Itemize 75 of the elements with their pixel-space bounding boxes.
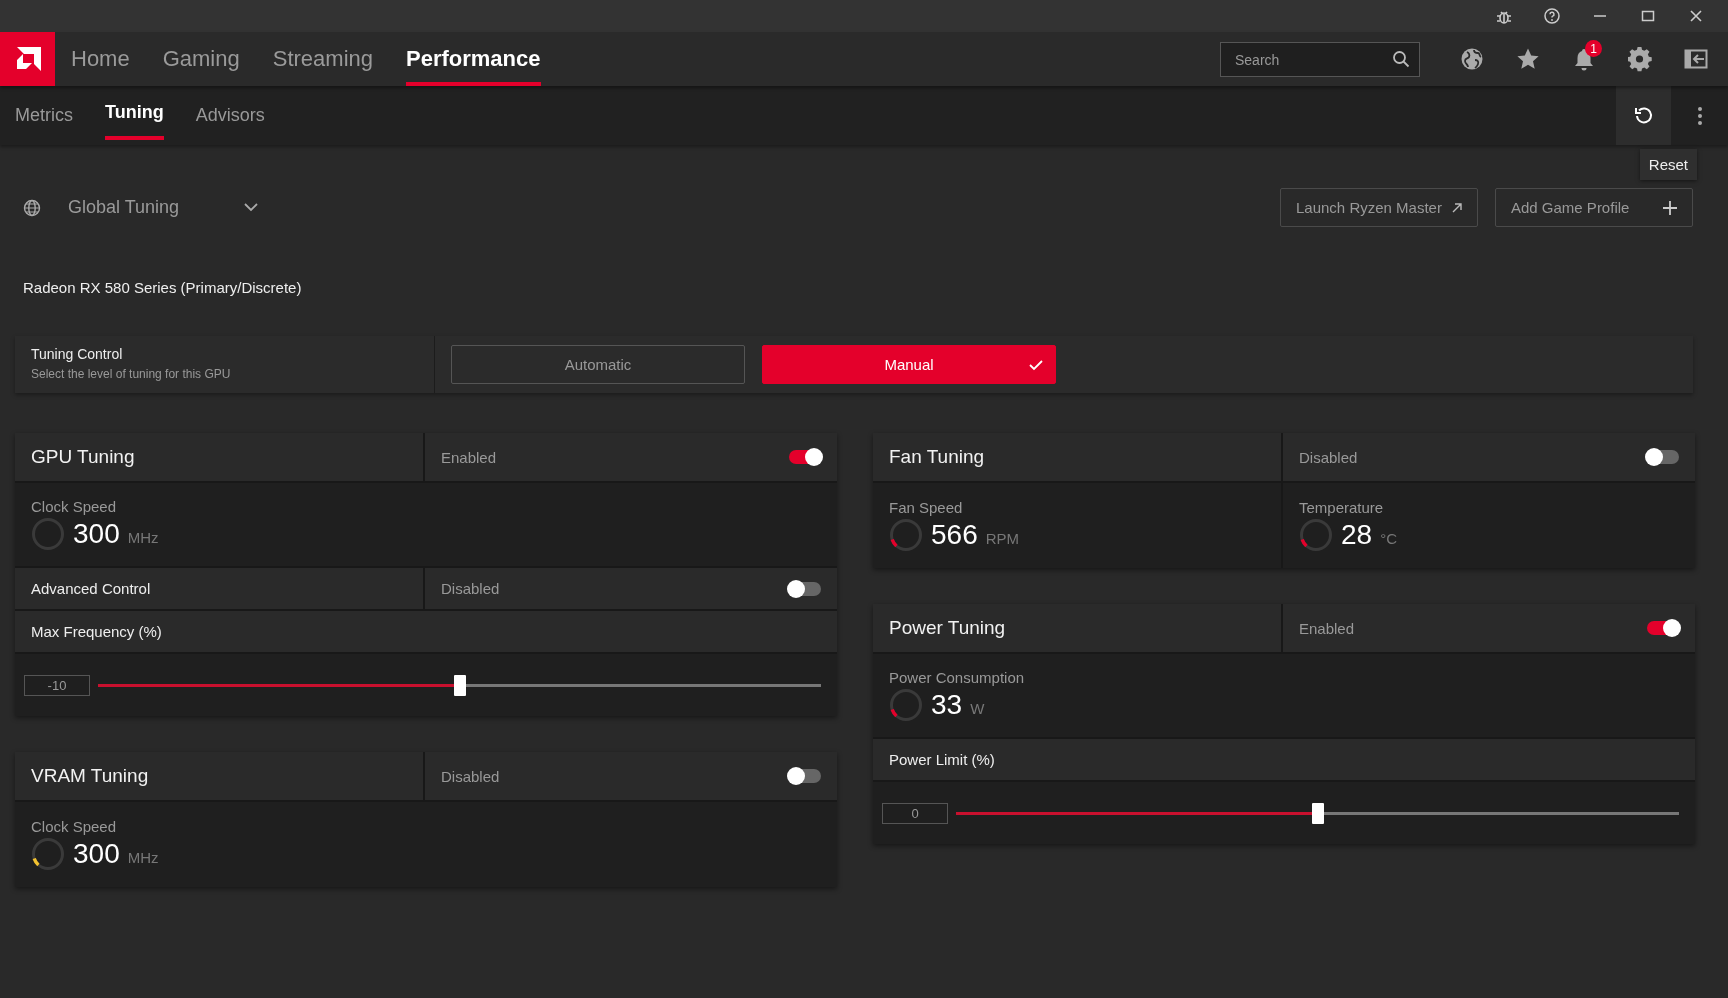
metric-value: 28 — [1341, 519, 1373, 551]
nav-tab[interactable]: Streaming — [272, 32, 373, 86]
app-logo[interactable] — [0, 32, 55, 86]
toggle-switch[interactable] — [789, 581, 821, 596]
setting-label: Max Frequency (%) — [31, 623, 162, 640]
search-field[interactable]: Search — [1220, 42, 1420, 77]
check-icon — [1029, 359, 1043, 371]
settings-icon — [1628, 46, 1652, 72]
reset-button[interactable] — [1616, 86, 1671, 145]
card-title: VRAM Tuning — [31, 765, 149, 787]
reset-icon — [1633, 105, 1654, 126]
tuning-control-subtitle: Select the level of tuning for this GPU — [31, 367, 232, 381]
setting-label: Power Limit (%) — [889, 751, 995, 768]
help-icon — [1544, 8, 1560, 24]
slider-thumb[interactable] — [453, 674, 466, 696]
globe-icon — [1460, 47, 1484, 71]
card-title: Power Tuning — [889, 617, 1006, 639]
reset-tooltip: Reset — [1639, 149, 1697, 180]
notifications-button[interactable]: 1 — [1556, 32, 1612, 86]
sub-tab[interactable]: Advisors — [195, 86, 265, 145]
metric-unit: °C — [1380, 529, 1397, 547]
metric-label: Power Consumption — [889, 669, 1025, 686]
sub-tab[interactable]: Metrics — [15, 86, 73, 145]
metric-label: Temperature — [1299, 499, 1384, 516]
slider-thumb[interactable] — [1311, 802, 1324, 824]
minimize-icon — [1594, 15, 1606, 17]
toggle-switch[interactable] — [1647, 621, 1679, 635]
action-button[interactable]: Add Game Profile — [1495, 188, 1693, 227]
close-icon — [1689, 9, 1703, 23]
status-label: Enabled — [441, 448, 497, 466]
metric-label: Clock Speed — [31, 498, 117, 515]
toggle-switch[interactable] — [789, 769, 821, 783]
globe-icon — [23, 198, 41, 217]
card-title: Fan Tuning — [889, 446, 985, 468]
card-title: GPU Tuning — [31, 446, 135, 468]
tuning-control-title: Tuning Control — [31, 346, 124, 362]
metric-unit: W — [970, 699, 985, 717]
star-icon — [1516, 47, 1540, 71]
status-label: Disabled — [441, 580, 500, 597]
plus-icon — [1662, 199, 1678, 216]
sub-tab[interactable]: Tuning — [105, 86, 164, 140]
chevron-down-icon — [244, 203, 259, 212]
action-button[interactable]: Launch Ryzen Master — [1280, 188, 1478, 227]
nav-tab[interactable]: Gaming — [162, 32, 240, 86]
value-field[interactable]: 0 — [882, 802, 948, 824]
kebab-menu-icon — [1696, 105, 1703, 126]
toggle-switch[interactable] — [789, 450, 821, 464]
metric-value: 566 — [931, 519, 978, 551]
metric-label: Fan Speed — [889, 499, 963, 516]
bug-icon — [1496, 8, 1512, 24]
metric-unit: MHz — [127, 848, 159, 866]
metric-value: 300 — [73, 518, 120, 550]
toggle-switch[interactable] — [1647, 450, 1679, 464]
metric-unit: MHz — [127, 528, 159, 546]
metric-unit: RPM — [985, 529, 1020, 547]
value-field[interactable]: -10 — [24, 674, 90, 696]
metric-value: 33 — [931, 689, 963, 721]
sidebar-collapse-icon — [1684, 48, 1708, 70]
notification-count: 1 — [1585, 40, 1602, 57]
search-icon — [1392, 50, 1410, 68]
profile-label: Global Tuning — [68, 197, 180, 218]
gauge-icon — [31, 517, 65, 551]
status-label: Disabled — [1299, 448, 1358, 466]
tuning-option[interactable]: Manual — [762, 345, 1056, 384]
maximize-icon — [1641, 9, 1655, 23]
device-name: Radeon RX 580 Series (Primary/Discrete) — [23, 279, 303, 296]
tuning-option[interactable]: Automatic — [451, 345, 745, 384]
status-label: Enabled — [1299, 619, 1355, 637]
metric-label: Clock Speed — [31, 818, 117, 835]
setting-label: Advanced Control — [31, 580, 151, 597]
external-link-icon — [1451, 201, 1463, 214]
metric-value: 300 — [73, 838, 120, 870]
profile-dropdown[interactable]: Global Tuning — [15, 197, 259, 218]
nav-tab[interactable]: Home — [71, 32, 130, 86]
status-label: Disabled — [441, 767, 500, 785]
